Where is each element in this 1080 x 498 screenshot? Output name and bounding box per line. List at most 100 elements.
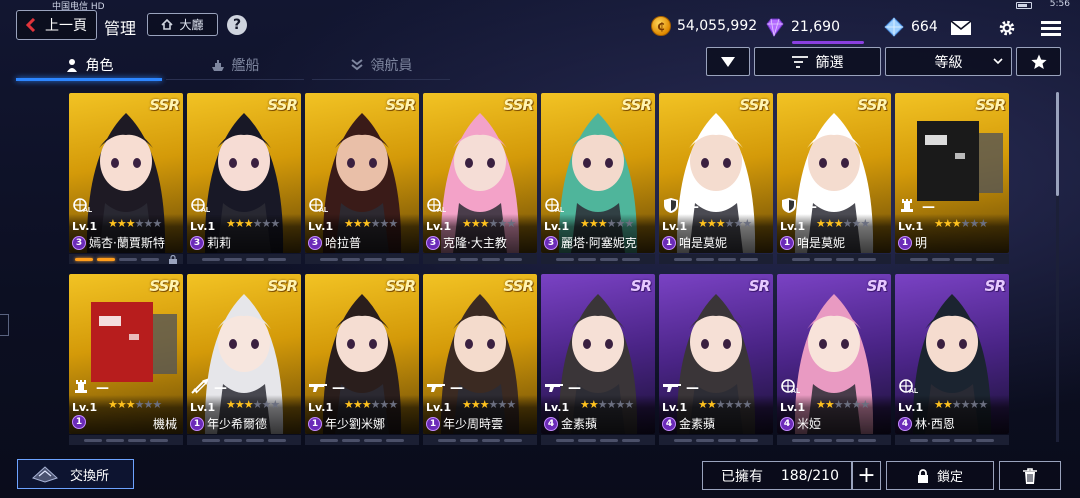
gear-icon[interactable]	[995, 18, 1019, 38]
page-title: 管理	[104, 19, 137, 38]
character-card[interactable]: SSR ALL Lv.1 ★★★★★★ 3 克隆·大主教	[423, 90, 537, 265]
character-card[interactable]: SSR — Lv.1 ★★★★★★ 1 年少周時雲	[423, 271, 537, 446]
character-name: 咱是莫妮	[797, 236, 846, 250]
character-card[interactable]: SSR — Lv.1 ★★★★★★ 1 年少希爾德	[187, 271, 301, 446]
role-icons: —	[190, 378, 227, 399]
role-dash: —	[450, 381, 463, 396]
role-all-icon: ALL	[190, 197, 215, 218]
star-rating: ★★★★★★	[698, 398, 752, 411]
slot-indicator	[976, 438, 994, 442]
character-card[interactable]: SSR — Lv.1 ★★★★★★ 1 明	[895, 90, 1009, 265]
tab-label: 艦船	[231, 58, 260, 74]
menu-icon[interactable]	[1039, 18, 1063, 38]
card-art: SSR — Lv.1 ★★★★★★ 1 年少周時雲	[423, 274, 537, 434]
favorite-filter-button[interactable]	[1016, 47, 1061, 76]
card-art: SSR — Lv.1 ★★★★★★ 1 咱是莫妮	[659, 93, 773, 253]
slot-indicator	[438, 257, 456, 261]
slot-indicator	[246, 257, 264, 261]
help-button[interactable]: ?	[227, 15, 247, 35]
lock-button[interactable]: 鎖定	[886, 461, 994, 490]
sort-dropdown[interactable]: 等級	[885, 47, 1012, 76]
rarity-badge: SSR	[385, 96, 416, 114]
slot-indicator	[976, 257, 994, 261]
character-card[interactable]: SR ALL Lv.1 ★★★★★★ 4 米婭	[777, 271, 891, 446]
role-icons: —	[72, 378, 109, 399]
filter-button[interactable]: 篩選	[754, 47, 881, 76]
coin-icon: ₵	[651, 16, 671, 36]
character-card[interactable]: SR — Lv.1 ★★★★★★ 4 金素蘋	[659, 271, 773, 446]
card-level: Lv.1	[780, 401, 806, 414]
sort-direction-button[interactable]	[706, 47, 750, 76]
slot-indicator	[910, 257, 928, 261]
slot-indicator	[320, 257, 338, 261]
role-icons: —	[662, 197, 699, 218]
slot-indicator	[556, 257, 574, 261]
exchange-button[interactable]: 交換所	[17, 459, 134, 489]
card-art: SSR ALL Lv.1 ★★★★★★ 3 莉莉	[187, 93, 301, 253]
card-equipment-slots	[423, 435, 537, 445]
card-equipment-slots	[659, 254, 773, 264]
tab-navigators[interactable]: 領航員	[308, 50, 454, 80]
role-rook-icon	[898, 197, 918, 218]
character-card[interactable]: SSR — Lv.1 ★★★★★★ 1 咱是莫妮	[777, 90, 891, 265]
slot-indicator	[224, 438, 242, 442]
rarity-badge: SSR	[267, 277, 298, 295]
character-name: 金素蘋	[561, 417, 598, 431]
card-art: SSR ALL Lv.1 ★★★★★★ 3 嫣杏·蘭賈斯特	[69, 93, 183, 253]
tab-characters[interactable]: 角色	[16, 50, 162, 81]
character-card[interactable]: SSR — Lv.1 ★★★★★★ 1 年少劉米娜	[305, 271, 419, 446]
awakening-badge: 3	[190, 235, 204, 250]
slot-indicator	[364, 257, 382, 261]
role-icons: ALL	[308, 197, 333, 218]
card-art: SSR — Lv.1 ★★★★★★ 機械 1	[69, 274, 183, 434]
back-label: 上一頁	[45, 18, 87, 34]
diamond-counter[interactable]: 664	[883, 16, 938, 38]
awakening-badge: 4	[898, 416, 912, 431]
role-all-icon: ALL	[72, 197, 97, 218]
character-card[interactable]: SSR — Lv.1 ★★★★★★ 機械 1	[69, 271, 183, 446]
owned-label: 已擁有	[721, 468, 763, 485]
role-icons: —	[662, 378, 699, 399]
gem-counter[interactable]: 21,690	[763, 16, 840, 38]
card-name-row: 4 金素蘋	[662, 415, 715, 432]
star-rating: ★★★★★★	[108, 217, 162, 230]
rarity-badge: SSR	[975, 96, 1006, 114]
card-name-row: 1 年少周時雲	[426, 415, 503, 432]
card-equipment-slots	[187, 435, 301, 445]
slot-indicator	[75, 257, 93, 261]
card-art: SR ALL Lv.1 ★★★★★★ 4 林·西恩	[895, 274, 1009, 434]
svg-text:ALL: ALL	[319, 207, 328, 214]
expand-capacity-button[interactable]: +	[852, 461, 881, 490]
slot-indicator	[740, 438, 758, 442]
mail-icon[interactable]	[949, 18, 973, 38]
lobby-button[interactable]: 大廳	[147, 13, 218, 36]
card-name-row: 機械	[153, 415, 177, 432]
rarity-badge: SSR	[385, 277, 416, 295]
rarity-badge: SSR	[857, 96, 888, 114]
card-level: Lv.1	[426, 220, 452, 233]
rarity-badge: SSR	[149, 277, 180, 295]
card-level: Lv.1	[544, 220, 570, 233]
role-shield-icon	[662, 197, 682, 218]
tab-ships[interactable]: 艦船	[162, 50, 308, 80]
character-card[interactable]: SSR ALL Lv.1 ★★★★★★ 3 嫣杏·蘭賈斯特	[69, 90, 183, 265]
slot-indicator	[482, 438, 500, 442]
scrollbar-thumb[interactable]	[1056, 92, 1059, 196]
character-card[interactable]: SR — Lv.1 ★★★★★★ 4 金素蘋	[541, 271, 655, 446]
side-drawer-handle[interactable]	[0, 314, 9, 336]
back-button[interactable]: 上一頁	[16, 10, 97, 40]
awakening-badge: 3	[544, 235, 558, 250]
rarity-badge: SSR	[503, 96, 534, 114]
character-card[interactable]: SSR ALL Lv.1 ★★★★★★ 3 哈拉普	[305, 90, 419, 265]
card-art: SSR ALL Lv.1 ★★★★★★ 3 麗塔·阿塞妮克	[541, 93, 655, 253]
character-card[interactable]: SSR ALL Lv.1 ★★★★★★ 3 莉莉	[187, 90, 301, 265]
triangle-down-icon	[721, 56, 735, 67]
character-name: 年少希爾德	[207, 417, 268, 431]
role-gun-icon	[426, 378, 446, 399]
character-card[interactable]: SSR ALL Lv.1 ★★★★★★ 3 麗塔·阿塞妮克	[541, 90, 655, 265]
character-card[interactable]: SR ALL Lv.1 ★★★★★★ 4 林·西恩	[895, 271, 1009, 446]
svg-text:ALL: ALL	[555, 207, 564, 214]
slot-indicator	[268, 257, 286, 261]
character-card[interactable]: SSR — Lv.1 ★★★★★★ 1 咱是莫妮	[659, 90, 773, 265]
delete-button[interactable]	[999, 461, 1061, 490]
